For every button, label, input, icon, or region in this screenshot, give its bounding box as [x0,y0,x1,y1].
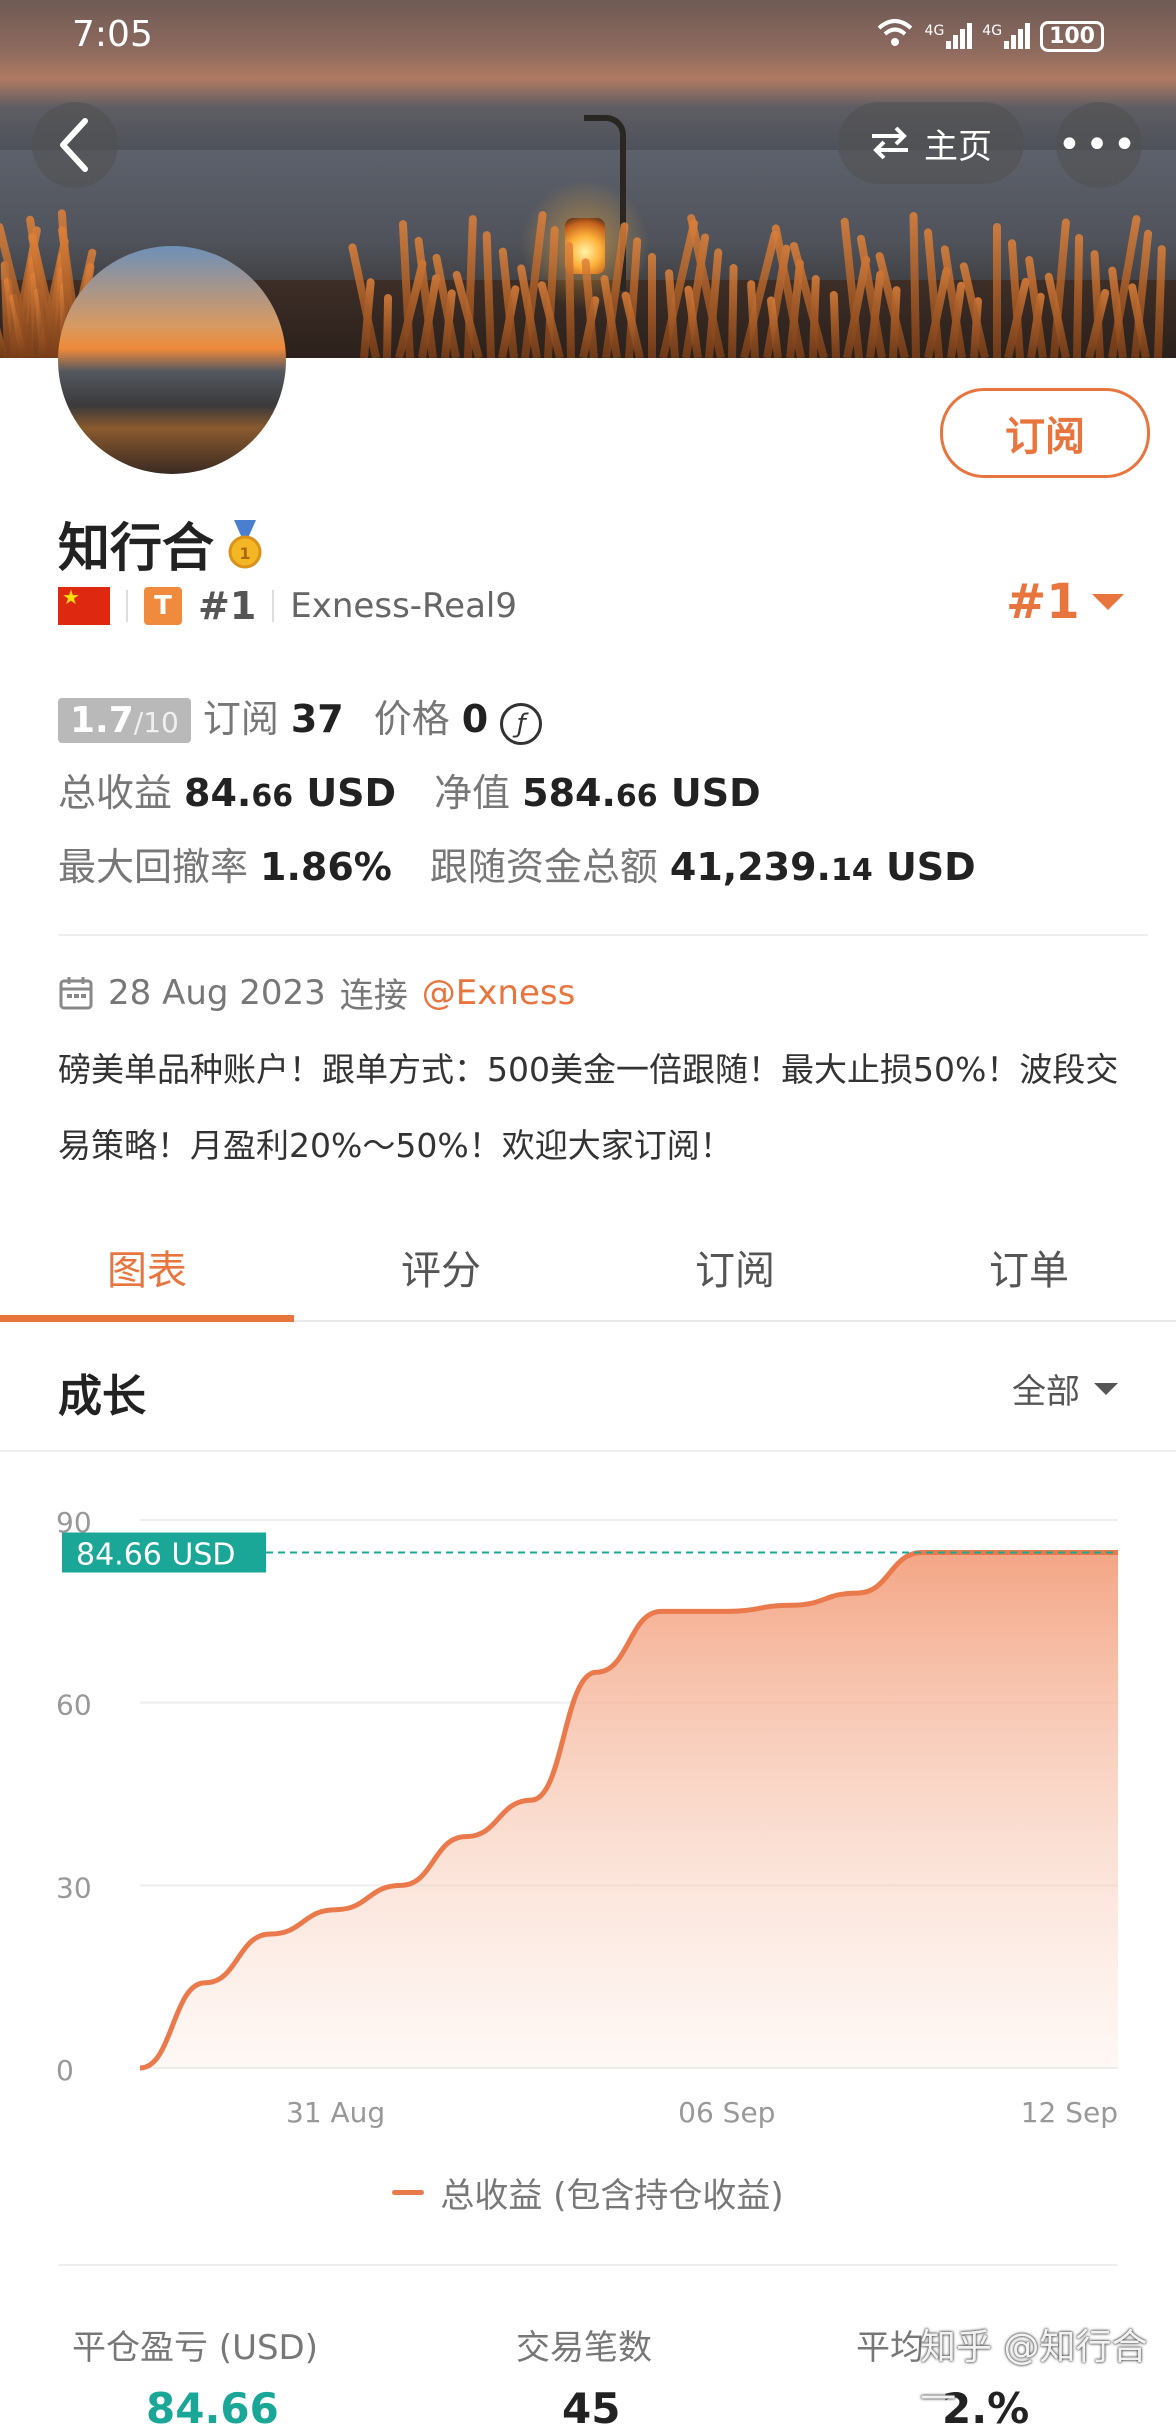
grass-blade [383,293,393,358]
chevron-left-icon [60,118,88,172]
subscribe-button[interactable]: 订阅 [940,388,1150,478]
divider [58,934,1148,936]
equity-value: 584.66 USD [522,771,761,815]
y-tick-label: 0 [56,2054,74,2087]
stats-row-1: 1.7/10 订阅 37 价格 0 ƒ [58,688,543,745]
profile-name-row: 知行合 1 [58,506,266,581]
rank-dropdown[interactable]: #1 [1006,574,1124,630]
y-tick-label: 60 [56,1689,92,1722]
total-profit-value: 84.66 USD [184,771,397,815]
legend-label: 总收益 (包含持仓收益) [440,2176,784,2216]
drawdown-value: 1.86% [260,845,392,889]
svg-text:1: 1 [239,544,250,563]
trade-count-value: 45 [562,2384,621,2433]
battery-icon: 100 [1040,20,1104,52]
home-label: 主页 [924,126,992,167]
tab-rating[interactable]: 评分 [294,1214,588,1320]
closed-pnl-label: 平仓盈亏 (USD) [72,2328,318,2368]
price-value: 0 [461,697,489,741]
drawdown-label: 最大回撤率 [58,845,249,889]
divider [272,590,275,622]
growth-chart: 90 60 30 0 84.66 USD 31 Aug 06 Sep 12 Sep [0,1460,1176,2160]
chart-legend: 总收益 (包含持仓收益) [0,2168,1176,2217]
average-label: 平均 [856,2328,924,2368]
connect-row: 28 Aug 2023 连接 @Exness [58,968,575,1017]
caret-down-icon [1091,594,1124,610]
back-button[interactable] [32,102,118,188]
tab-orders[interactable]: 订单 [882,1214,1176,1320]
tab-bar: 图表 评分 订阅 订单 [0,1214,1176,1322]
period-filter-dropdown[interactable]: 全部 [1012,1364,1118,1413]
china-flag-icon [58,585,110,625]
price-label: 价格 [373,697,450,741]
follow-label: 跟随资金总额 [429,845,658,889]
subscribe-label: 订阅 [202,697,279,741]
tab-subscription[interactable]: 订阅 [588,1214,882,1320]
closed-pnl-value: 84.66 [146,2384,279,2433]
grass-blade [829,290,840,358]
x-tick-label: 06 Sep [678,2096,775,2129]
rank-value: #1 [1006,574,1080,630]
legend-swatch [392,2190,425,2195]
x-tick-label: 31 Aug [286,2096,385,2129]
current-value-label: 84.66 USD [76,1538,236,1573]
watermark: 知乎 @知行合一 [920,2327,1148,2420]
caret-down-icon [1094,1382,1118,1395]
grass-blade [728,263,738,358]
more-button[interactable]: ••• [1056,102,1142,188]
grass-blade [647,253,656,358]
t-badge: T [144,587,182,625]
total-profit-label: 总收益 [58,771,173,815]
filter-label: 全部 [1012,1372,1080,1412]
trade-count-label: 交易笔数 [516,2328,652,2368]
stats-row-2: 总收益 84.66 USD 净值 584.66 USD [58,762,761,817]
broker-link[interactable]: @Exness [422,973,576,1013]
signal-icon: 4G [925,23,973,49]
subscribe-count: 37 [290,697,344,741]
more-icon: ••• [1057,122,1141,168]
equity-label: 净值 [434,771,511,815]
gold-medal-icon: 1 [224,519,266,568]
status-icons: 4G 4G 100 [875,18,1104,54]
swap-icon [872,126,908,160]
tab-chart[interactable]: 图表 [0,1214,294,1322]
profile-meta-row: T #1 Exness-Real9 [58,584,517,628]
strategy-description: 磅美单品种账户！跟单方式：500美金一倍跟随！最大止损50%！波段交易策略！月盈… [58,1050,1119,1165]
y-tick-label: 30 [56,1871,92,1904]
divider [58,2264,1118,2266]
stats-row-3: 最大回撤率 1.86% 跟随资金总额 41,239.14 USD [58,836,976,891]
avatar[interactable] [58,246,286,474]
divider [126,590,128,622]
x-tick-label: 12 Sep [1021,2096,1118,2129]
follow-value: 41,239.14 USD [669,845,976,889]
status-bar: 7:05 4G 4G 100 [0,0,1176,72]
account-name: Exness-Real9 [290,586,517,626]
status-time: 7:05 [72,14,153,55]
profile-name: 知行合 [58,519,215,579]
connect-date: 28 Aug 2023 [108,972,326,1013]
rank-small: #1 [198,584,257,628]
currency-icon: ƒ [500,703,543,745]
wifi-icon [875,18,915,54]
signal-icon-2: 4G [982,23,1031,49]
section-title: 成长 [58,1371,146,1422]
area-fill [140,1552,1118,2068]
home-button[interactable]: 主页 [838,102,1024,184]
grass-blade [992,223,1001,358]
score-badge: 1.7/10 [58,698,191,743]
growth-section-header: 成长 全部 [0,1322,1176,1452]
connect-text: 连接 [339,976,408,1016]
growth-chart-svg: 906030084.66 USD31 Aug 06 Sep 12 Sep [56,1506,1118,2129]
calendar-icon [59,976,93,1009]
